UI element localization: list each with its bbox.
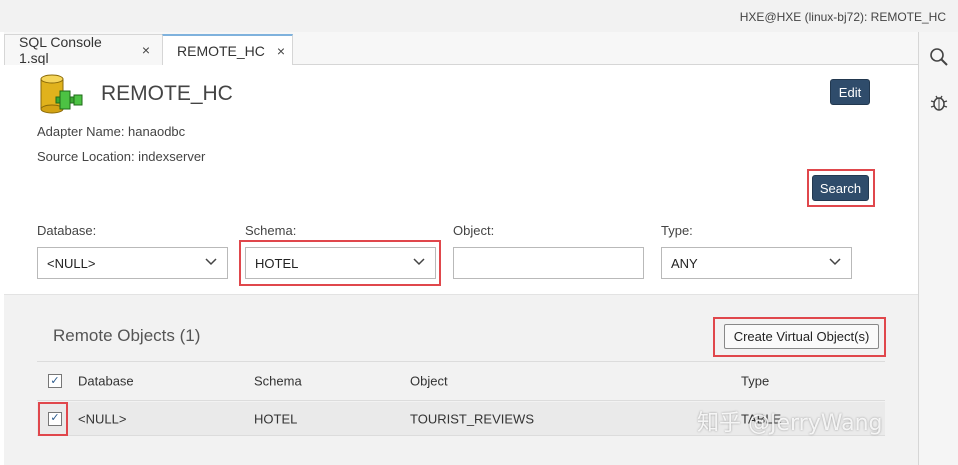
source-location: Source Location: indexserver — [37, 149, 206, 164]
type-value: ANY — [671, 255, 698, 271]
edit-button[interactable]: Edit — [830, 79, 870, 105]
remote-source-database-icon — [40, 74, 83, 114]
adapter-name: Adapter Name: hanaodbc — [37, 124, 186, 139]
remote-source-title: REMOTE_HC — [101, 82, 233, 105]
row-database: <NULL> — [78, 411, 127, 426]
row-schema: HOTEL — [254, 411, 298, 426]
remote-objects-title: Remote Objects (1) — [53, 326, 201, 345]
connection-info: HXE@HXE (linux-bj72): REMOTE_HC — [739, 10, 946, 24]
editor-tab-bar: SQL Console 1.sql × REMOTE_HC × — [4, 32, 918, 66]
chevron-down-icon — [413, 258, 425, 266]
search-icon[interactable] — [928, 46, 950, 68]
search-button[interactable]: Search — [812, 175, 869, 201]
database-value: <NULL> — [47, 255, 96, 271]
column-header-object[interactable]: Object — [410, 374, 448, 389]
row-checkbox-highlight — [38, 402, 68, 436]
type-select[interactable]: ANY — [661, 247, 852, 279]
tab-remote-hc[interactable]: REMOTE_HC × — [162, 34, 293, 66]
object-label: Object: — [453, 223, 495, 238]
schema-label: Schema: — [245, 223, 297, 238]
create-virtual-objects-button[interactable]: Create Virtual Object(s) — [724, 324, 879, 349]
schema-select[interactable]: HOTEL — [245, 247, 436, 279]
schema-value: HOTEL — [255, 255, 299, 271]
select-all-checkbox[interactable]: ✓ — [48, 374, 62, 388]
tab-label: SQL Console 1.sql — [19, 34, 102, 66]
type-label: Type: — [661, 223, 693, 238]
remote-objects-panel: Remote Objects (1) Create Virtual Object… — [4, 294, 918, 465]
object-input[interactable] — [453, 247, 644, 279]
column-header-database[interactable]: Database — [78, 374, 134, 389]
column-header-schema[interactable]: Schema — [254, 374, 302, 389]
watermark: 知乎 @JerryWang — [697, 411, 883, 436]
remote-objects-table-header: ✓ Database Schema Object Type — [37, 361, 885, 401]
tab-sql-console[interactable]: SQL Console 1.sql × — [4, 34, 163, 66]
row-object: TOURIST_REVIEWS — [410, 411, 535, 426]
database-select[interactable]: <NULL> — [37, 247, 228, 279]
debug-bug-icon[interactable] — [928, 92, 950, 114]
close-icon[interactable]: × — [277, 43, 285, 59]
close-icon[interactable]: × — [142, 42, 150, 58]
chevron-down-icon — [829, 258, 841, 266]
database-label: Database: — [37, 223, 97, 238]
right-toolbar — [918, 32, 958, 465]
column-header-type[interactable]: Type — [741, 374, 769, 389]
top-bar: HXE@HXE (linux-bj72): REMOTE_HC — [0, 0, 958, 32]
tab-label: REMOTE_HC — [177, 43, 265, 59]
chevron-down-icon — [205, 258, 217, 266]
